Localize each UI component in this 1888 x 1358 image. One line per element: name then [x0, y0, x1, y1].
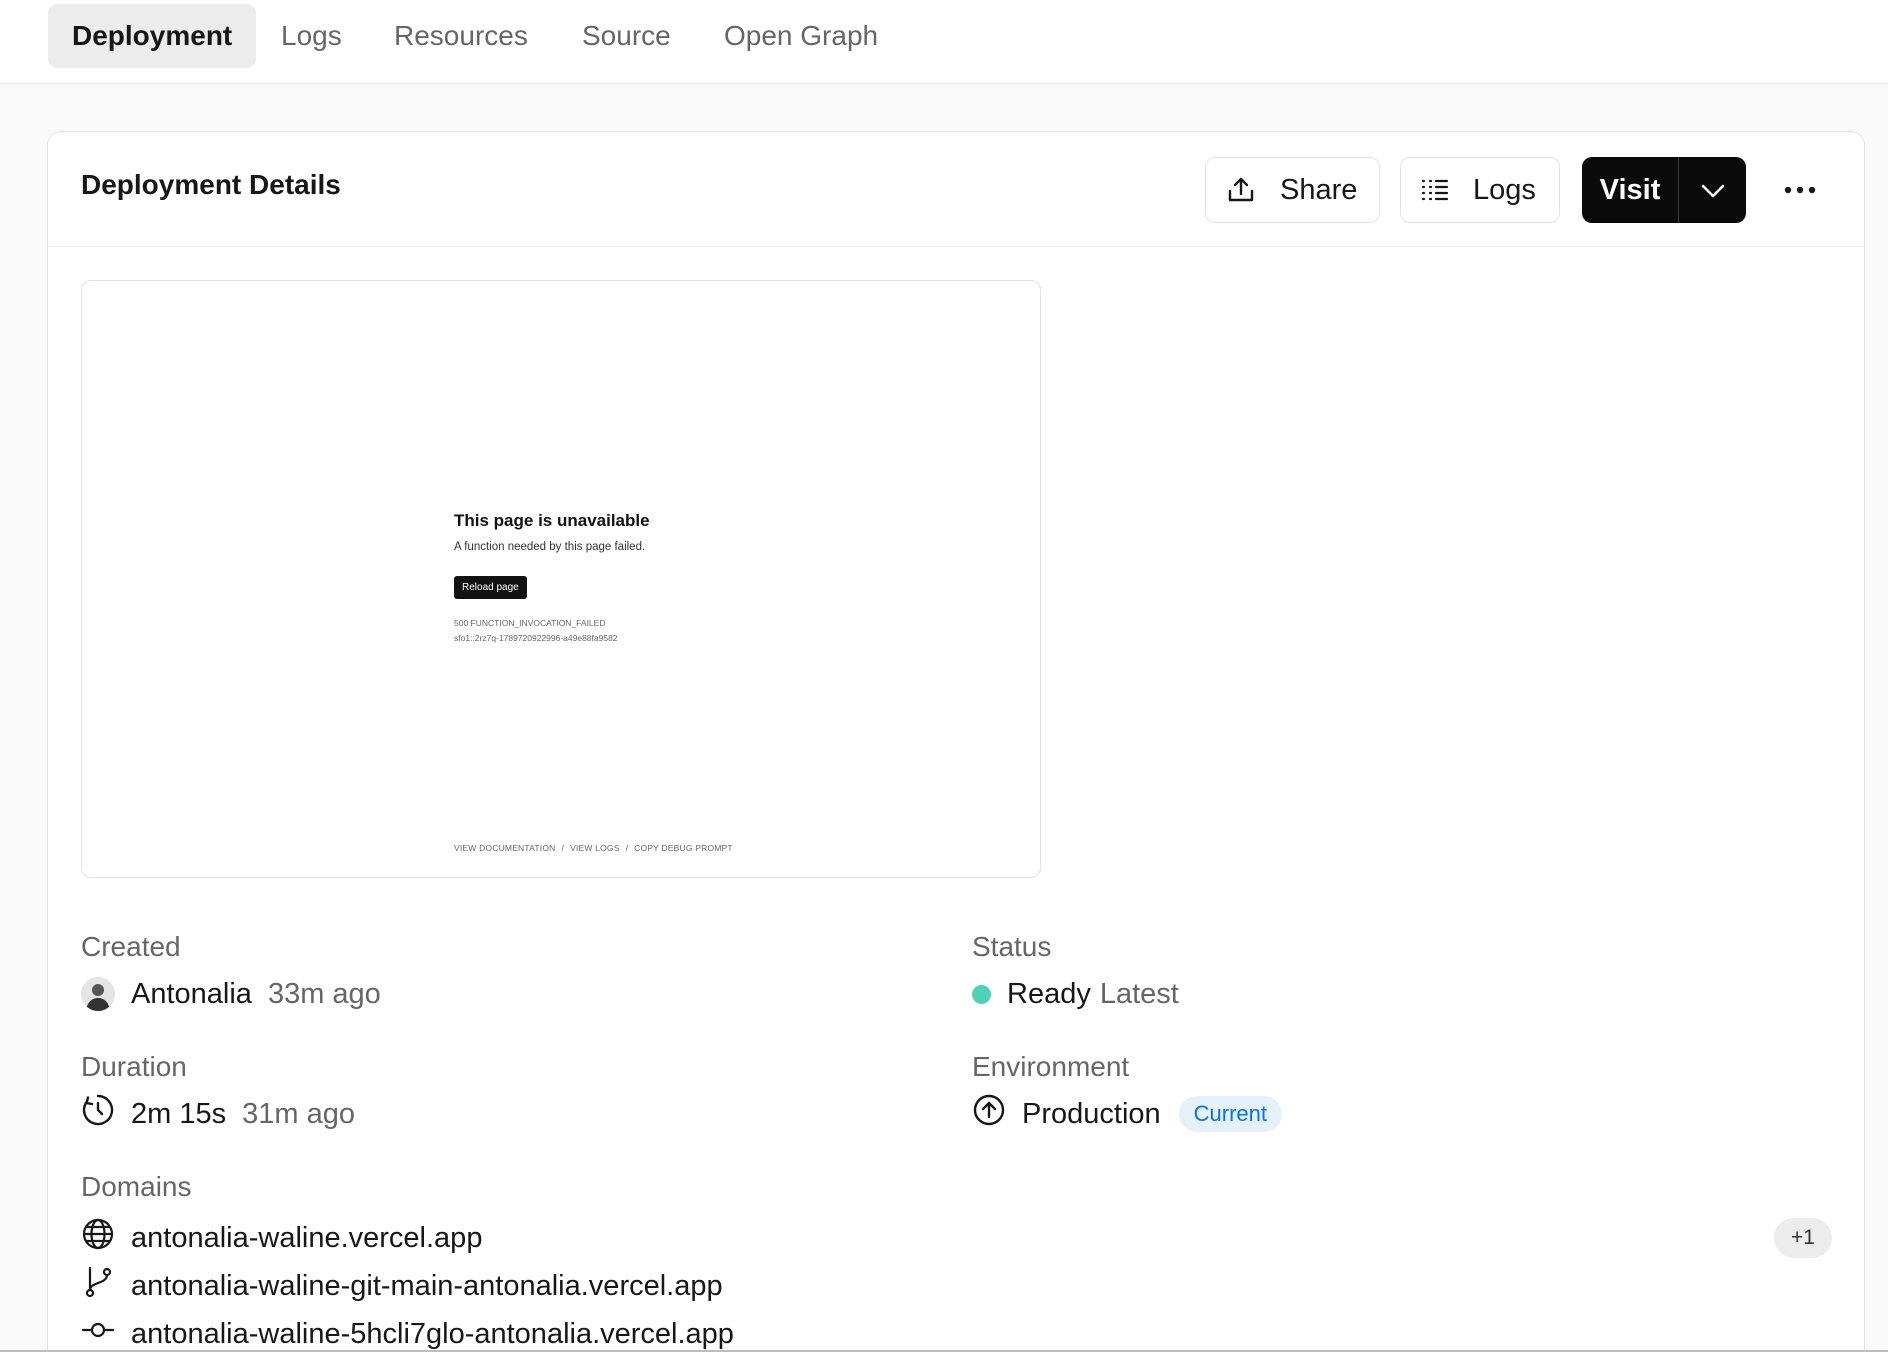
- environment-label: Environment: [972, 1051, 1130, 1082]
- globe-icon: [81, 1217, 115, 1259]
- domain-item[interactable]: antonalia-waline-5hcli7glo-antonalia.ver…: [81, 1314, 734, 1354]
- preview-footer-logs: VIEW LOGS: [570, 843, 620, 853]
- visit-dropdown-button[interactable]: [1679, 157, 1746, 223]
- preview-footer-docs: VIEW DOCUMENTATION: [454, 843, 556, 853]
- git-commit-icon: [81, 1313, 115, 1355]
- status-row: Ready Latest: [972, 974, 1179, 1014]
- tab-source[interactable]: Source: [558, 4, 695, 68]
- preview-title: This page is unavailable: [454, 511, 650, 530]
- more-domains-badge[interactable]: +1: [1774, 1218, 1832, 1258]
- more-icon: [1784, 181, 1816, 199]
- logs-button[interactable]: Logs: [1400, 157, 1560, 223]
- card-header: Deployment Details Share Logs Visit: [48, 132, 1864, 247]
- status-note: Latest: [1099, 977, 1179, 1010]
- domains-label: Domains: [81, 1171, 192, 1202]
- preview-subtitle: A function needed by this page failed.: [454, 541, 646, 553]
- share-icon: [1226, 175, 1256, 205]
- top-tab-bar: Deployment Logs Resources Source Open Gr…: [0, 0, 1888, 84]
- domain-link[interactable]: antonalia-waline-5hcli7glo-antonalia.ver…: [131, 1318, 734, 1351]
- tab-deployment[interactable]: Deployment: [48, 4, 257, 68]
- preview-reload-button: Reload page: [454, 576, 527, 599]
- clock-icon: [81, 1093, 115, 1135]
- duration-label: Duration: [81, 1051, 187, 1082]
- share-label: Share: [1280, 173, 1358, 206]
- preview-footer-separator: /: [625, 843, 629, 853]
- bottom-border: [0, 1350, 1888, 1358]
- preview-error-code: 500 FUNCTION_INVOCATION_FAILED: [454, 618, 606, 628]
- tab-open-graph[interactable]: Open Graph: [700, 4, 902, 68]
- environment-row: Production Current: [972, 1092, 1283, 1136]
- logs-label: Logs: [1473, 173, 1536, 206]
- share-button[interactable]: Share: [1205, 157, 1380, 223]
- created-time: 33m ago: [267, 977, 381, 1010]
- git-branch-icon: [81, 1265, 115, 1307]
- list-icon: [1421, 178, 1449, 202]
- domain-item[interactable]: antonalia-waline.vercel.app: [81, 1218, 482, 1258]
- preview-footer-debug: COPY DEBUG PROMPT: [634, 843, 733, 853]
- arrow-up-circle-icon: [972, 1093, 1006, 1135]
- current-badge: Current: [1178, 1096, 1283, 1132]
- duration-value: 2m 15s: [131, 1097, 227, 1130]
- created-row: Antonalia 33m ago: [81, 974, 381, 1014]
- deployment-details-card: Deployment Details Share Logs Visit This…: [47, 131, 1865, 1358]
- more-options-button[interactable]: [1778, 168, 1822, 212]
- preview-footer: VIEW DOCUMENTATION / VIEW LOGS / COPY DEBUG …: [454, 843, 733, 853]
- status-label: Status: [972, 931, 1052, 962]
- created-user[interactable]: Antonalia: [131, 978, 252, 1011]
- status-value: Ready: [1007, 977, 1091, 1010]
- domain-item[interactable]: antonalia-waline-git-main-antonalia.verc…: [81, 1266, 723, 1306]
- duration-time: 31m ago: [242, 1097, 355, 1130]
- environment-value: Production: [1022, 1097, 1161, 1130]
- avatar[interactable]: [81, 977, 115, 1011]
- tab-resources[interactable]: Resources: [370, 4, 552, 68]
- duration-row: 2m 15s 31m ago: [81, 1094, 355, 1134]
- card-title: Deployment Details: [81, 169, 341, 200]
- created-label: Created: [81, 931, 181, 962]
- status-dot: [972, 984, 991, 1004]
- preview-footer-separator: /: [561, 843, 565, 853]
- visit-button[interactable]: Visit: [1582, 157, 1679, 223]
- domain-link[interactable]: antonalia-waline.vercel.app: [131, 1222, 482, 1255]
- domain-link[interactable]: antonalia-waline-git-main-antonalia.verc…: [131, 1270, 723, 1303]
- visit-button-group: Visit: [1582, 157, 1746, 223]
- chevron-down-icon: [1700, 174, 1726, 207]
- deployment-preview[interactable]: This page is unavailable A function need…: [81, 280, 1041, 878]
- tab-logs[interactable]: Logs: [257, 4, 366, 68]
- preview-error-id: sfo1::2rz7q-1789720922996-a49e88fa9582: [454, 633, 618, 643]
